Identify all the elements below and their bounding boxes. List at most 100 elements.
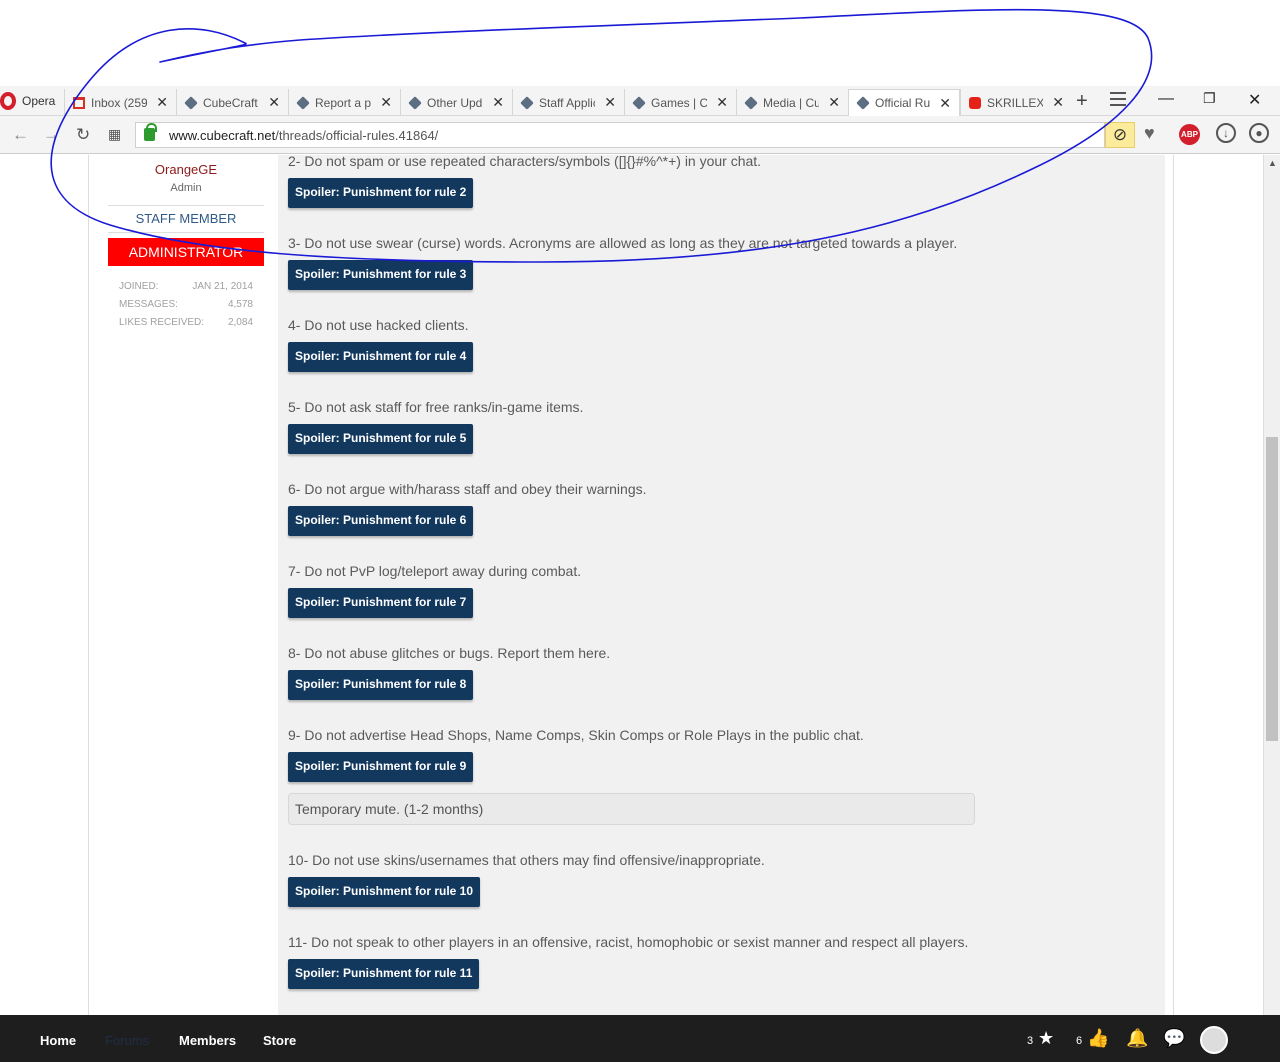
tab-games[interactable]: Games | Cu ✕ xyxy=(624,89,736,116)
spoiler-button-rule-4[interactable]: Spoiler: Punishment for rule 4 xyxy=(288,342,474,372)
tab-title: Report a pl xyxy=(315,95,371,110)
rule-9-text: 9- Do not advertise Head Shops, Name Com… xyxy=(288,727,864,743)
youtube-icon xyxy=(969,96,981,109)
spoiler-button-rule-9[interactable]: Spoiler: Punishment for rule 9 xyxy=(288,752,474,782)
spoiler-button-rule-11[interactable]: Spoiler: Punishment for rule 11 xyxy=(288,959,480,989)
spoiler-button-rule-6[interactable]: Spoiler: Punishment for rule 6 xyxy=(288,506,474,536)
tab-media[interactable]: Media | Cu ✕ xyxy=(736,89,848,116)
tab-title: Games | Cu xyxy=(651,95,707,110)
cube-icon xyxy=(296,95,310,110)
close-icon[interactable]: ✕ xyxy=(939,95,951,112)
back-icon[interactable]: ← xyxy=(12,125,29,145)
tab-official-rules[interactable]: Official Ru ✕ xyxy=(848,89,960,116)
minimize-icon[interactable]: — xyxy=(1158,90,1174,108)
stat-value: JAN 21, 2014 xyxy=(192,281,253,292)
username-link[interactable]: OrangeGE xyxy=(108,162,264,177)
tab-title: Media | Cu xyxy=(763,95,819,110)
scroll-up-icon[interactable]: ▲ xyxy=(1264,155,1280,171)
rule-6-text: 6- Do not argue with/harass staff and ob… xyxy=(288,481,647,497)
page-scrollbar[interactable]: ▲ xyxy=(1263,155,1280,1015)
close-icon[interactable]: ✕ xyxy=(492,94,504,111)
stat-messages: MESSAGES: 4,578 xyxy=(119,299,253,310)
bell-icon[interactable]: 🔔 xyxy=(1126,1028,1148,1049)
spoiler-button-rule-5[interactable]: Spoiler: Punishment for rule 5 xyxy=(288,424,474,454)
page-viewport: OrangeGE Admin STAFF MEMBER ADMINISTRATO… xyxy=(0,155,1263,1015)
star-icon[interactable]: ★ xyxy=(1038,1028,1054,1049)
tab-staff-applications[interactable]: Staff Applic ✕ xyxy=(512,89,624,116)
speed-dial-icon[interactable]: ▦ xyxy=(108,126,121,143)
lock-icon xyxy=(144,123,157,141)
nav-store[interactable]: Store xyxy=(263,1033,296,1048)
nav-members[interactable]: Members xyxy=(179,1033,236,1048)
url-text[interactable]: www.cubecraft.net/threads/official-rules… xyxy=(169,128,438,143)
tab-title: SKRILLEX xyxy=(987,95,1043,110)
new-tab-icon[interactable]: + xyxy=(1076,90,1088,113)
stat-value[interactable]: 4,578 xyxy=(228,299,253,310)
spoiler-button-rule-2[interactable]: Spoiler: Punishment for rule 2 xyxy=(288,178,474,208)
close-icon[interactable]: ✕ xyxy=(156,94,168,111)
tab-title: CubeCraft xyxy=(203,95,258,110)
cube-icon xyxy=(856,96,870,110)
download-icon[interactable]: ↓ xyxy=(1216,123,1236,143)
administrator-badge: ADMINISTRATOR xyxy=(108,238,264,266)
tab-title: Other Upd xyxy=(427,95,483,110)
thumbs-up-icon[interactable]: 👍 xyxy=(1087,1028,1109,1049)
close-icon[interactable]: ✕ xyxy=(716,94,728,111)
spoiler-button-rule-8[interactable]: Spoiler: Punishment for rule 8 xyxy=(288,670,474,700)
cube-icon xyxy=(520,95,534,110)
rule-8-text: 8- Do not abuse glitches or bugs. Report… xyxy=(288,645,611,661)
message-content: 2- Do not spam or use repeated character… xyxy=(278,155,1165,1015)
close-icon[interactable]: ✕ xyxy=(828,94,840,111)
account-icon[interactable]: ● xyxy=(1249,123,1269,143)
close-icon[interactable]: ✕ xyxy=(380,94,392,111)
opera-label: Opera xyxy=(22,94,56,108)
url-path: /threads/official-rules.41864/ xyxy=(275,128,439,143)
url-host: www.cubecraft.net xyxy=(169,128,276,143)
restore-icon[interactable]: ❐ xyxy=(1203,90,1216,107)
nav-home[interactable]: Home xyxy=(40,1033,76,1048)
tab-menu-icon[interactable] xyxy=(1110,92,1126,106)
gmail-icon xyxy=(73,96,85,109)
abp-icon[interactable]: ABP xyxy=(1179,124,1200,145)
tab-title: Official Ru xyxy=(875,96,931,110)
ratings-count: 3 xyxy=(1027,1035,1034,1047)
heart-icon[interactable]: ♥ xyxy=(1144,123,1155,144)
tab-cubecraft[interactable]: CubeCraft ✕ xyxy=(176,89,288,116)
spoiler-button-rule-10[interactable]: Spoiler: Punishment for rule 10 xyxy=(288,877,481,907)
staff-member-label: STAFF MEMBER xyxy=(108,205,264,233)
close-window-icon[interactable]: ✕ xyxy=(1248,90,1261,110)
close-icon[interactable]: ✕ xyxy=(268,94,280,111)
chat-icon[interactable]: 💬 xyxy=(1163,1028,1185,1049)
cube-icon xyxy=(184,95,198,110)
tab-skrillex[interactable]: SKRILLEX ✕ xyxy=(960,89,1072,116)
forward-icon[interactable]: → xyxy=(43,125,60,145)
tab-other-updates[interactable]: Other Upd ✕ xyxy=(400,89,512,116)
tab-inbox[interactable]: Inbox (259 ✕ xyxy=(64,89,176,116)
opera-menu-button[interactable]: Opera xyxy=(0,86,62,116)
ad-blocker-icon[interactable]: ⊘ xyxy=(1105,122,1135,148)
close-icon[interactable]: ✕ xyxy=(1052,94,1064,111)
rule-4-text: 4- Do not use hacked clients. xyxy=(288,317,469,333)
cube-icon xyxy=(744,95,758,110)
avatar[interactable] xyxy=(1200,1026,1228,1054)
cube-icon xyxy=(408,95,422,110)
scrollbar-thumb[interactable] xyxy=(1266,437,1278,741)
stat-likes: LIKES RECEIVED: 2,084 xyxy=(119,317,253,328)
stat-label: LIKES RECEIVED: xyxy=(119,317,205,328)
stat-label: JOINED: xyxy=(119,281,159,292)
spoiler-button-rule-7[interactable]: Spoiler: Punishment for rule 7 xyxy=(288,588,474,618)
nav-forums[interactable]: Forums xyxy=(105,1033,149,1048)
reload-icon[interactable]: ↻ xyxy=(76,125,90,145)
rule-2-text: 2- Do not spam or use repeated character… xyxy=(288,155,762,169)
spoiler-button-rule-3[interactable]: Spoiler: Punishment for rule 3 xyxy=(288,260,474,290)
tab-bar: Opera Inbox (259 ✕ CubeCraft ✕ Report a … xyxy=(0,86,1280,116)
url-field[interactable]: www.cubecraft.net/threads/official-rules… xyxy=(135,122,1105,148)
stat-label: MESSAGES: xyxy=(119,299,178,310)
stat-value: 2,084 xyxy=(227,317,253,328)
rule-7-text: 7- Do not PvP log/teleport away during c… xyxy=(288,563,582,579)
address-bar: ← → ↻ ▦ www.cubecraft.net/threads/offici… xyxy=(0,116,1280,154)
rule-5-text: 5- Do not ask staff for free ranks/in-ga… xyxy=(288,399,584,415)
bottom-navigation: Home Forums Members Store 3 ★ 6 👍 🔔 💬 xyxy=(0,1015,1280,1062)
close-icon[interactable]: ✕ xyxy=(604,94,616,111)
tab-report[interactable]: Report a pl ✕ xyxy=(288,89,400,116)
